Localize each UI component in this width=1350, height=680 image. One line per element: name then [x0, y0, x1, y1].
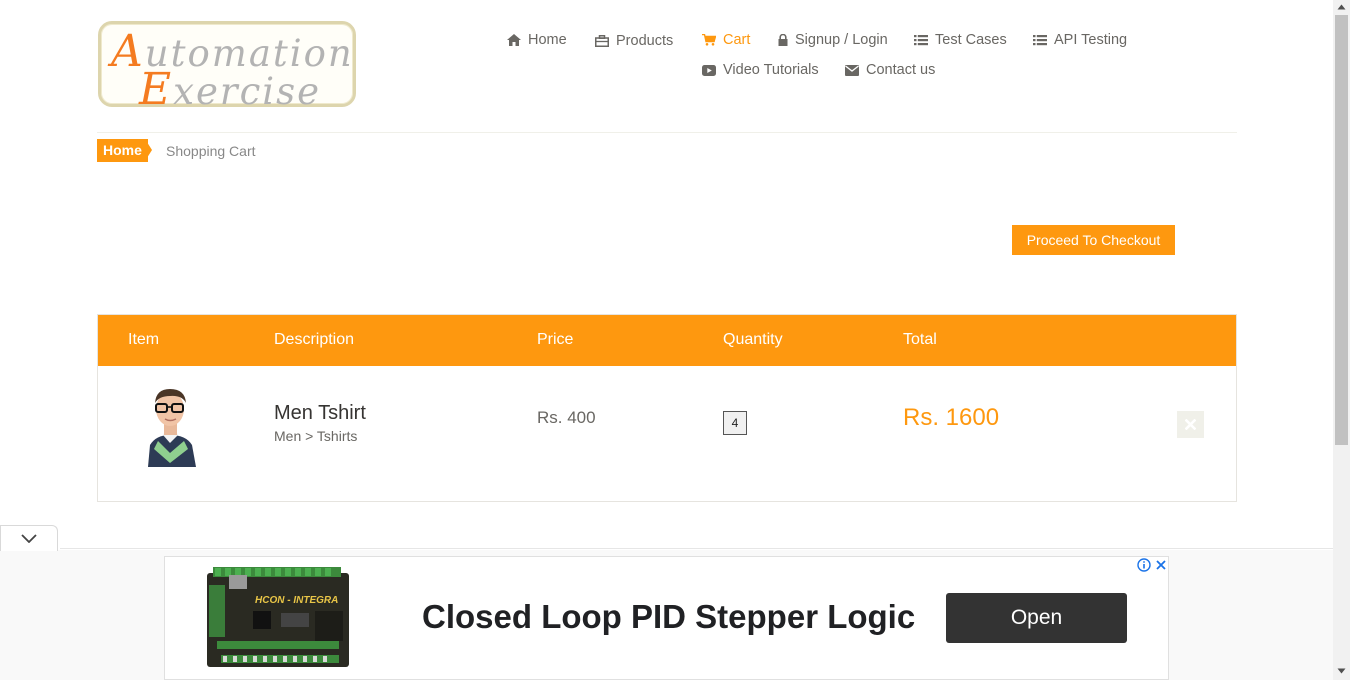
site-logo[interactable]: Automation Exercise [98, 21, 356, 115]
ad-open-button[interactable]: Open [946, 593, 1127, 643]
header-item: Item [128, 331, 160, 348]
breadcrumb-arrow [145, 139, 152, 161]
cart-table: Item Description Price Quantity Total [97, 314, 1237, 502]
nav-contact-us[interactable]: Contact us [845, 62, 935, 78]
scroll-down-icon[interactable] [1337, 668, 1346, 674]
scroll-up-icon[interactable] [1337, 4, 1346, 10]
ad-divider [60, 548, 1333, 549]
list-icon [914, 35, 928, 46]
page-scrollbar[interactable] [1333, 0, 1350, 680]
ad-title[interactable]: Closed Loop PID Stepper Logic [422, 598, 915, 636]
header-total: Total [903, 331, 937, 348]
logo-line-2: Exercise [139, 64, 322, 115]
nav-test-cases[interactable]: Test Cases [914, 32, 1007, 48]
ad-close-icon[interactable] [1154, 558, 1168, 572]
cart-icon [702, 34, 716, 46]
product-total: Rs. 1600 [903, 404, 1000, 431]
envelope-icon [845, 64, 859, 76]
cart-table-header: Item Description Price Quantity Total [98, 315, 1236, 366]
product-image[interactable] [136, 383, 204, 467]
proceed-to-checkout-button[interactable]: Proceed To Checkout [1012, 225, 1175, 255]
header-price: Price [537, 331, 574, 348]
youtube-play-icon [702, 64, 716, 76]
list-icon [1033, 35, 1047, 46]
product-category: Men > Tshirts [274, 428, 358, 444]
nav-cart[interactable]: Cart [702, 32, 750, 48]
ad-product-image[interactable]: HCON - INTEGRA [203, 563, 353, 671]
ad-board-label: HCON - INTEGRA [255, 595, 338, 606]
header-description: Description [274, 331, 355, 348]
product-price: Rs. 400 [537, 408, 596, 427]
delete-item-button[interactable] [1177, 411, 1204, 438]
close-icon [1185, 419, 1196, 430]
header-divider [97, 132, 1237, 133]
ad-collapse-tab[interactable] [0, 525, 58, 551]
chevron-down-icon [21, 534, 37, 543]
nav-signup-login[interactable]: Signup / Login [778, 32, 888, 48]
lock-icon [778, 34, 788, 46]
nav-home[interactable]: Home [507, 32, 567, 48]
home-icon [507, 34, 521, 46]
breadcrumb-current: Shopping Cart [166, 143, 256, 159]
nav-api-testing[interactable]: API Testing [1033, 32, 1127, 48]
nav-products[interactable]: Products [595, 33, 673, 49]
briefcase-icon [595, 35, 609, 47]
product-name[interactable]: Men Tshirt [274, 402, 366, 425]
ad-info-icon[interactable] [1137, 558, 1151, 572]
header-quantity: Quantity [723, 331, 783, 348]
breadcrumb-home[interactable]: Home [97, 139, 148, 162]
quantity-value: 4 [723, 411, 747, 435]
scrollbar-thumb[interactable] [1335, 15, 1348, 445]
nav-video-tutorials[interactable]: Video Tutorials [702, 62, 819, 78]
